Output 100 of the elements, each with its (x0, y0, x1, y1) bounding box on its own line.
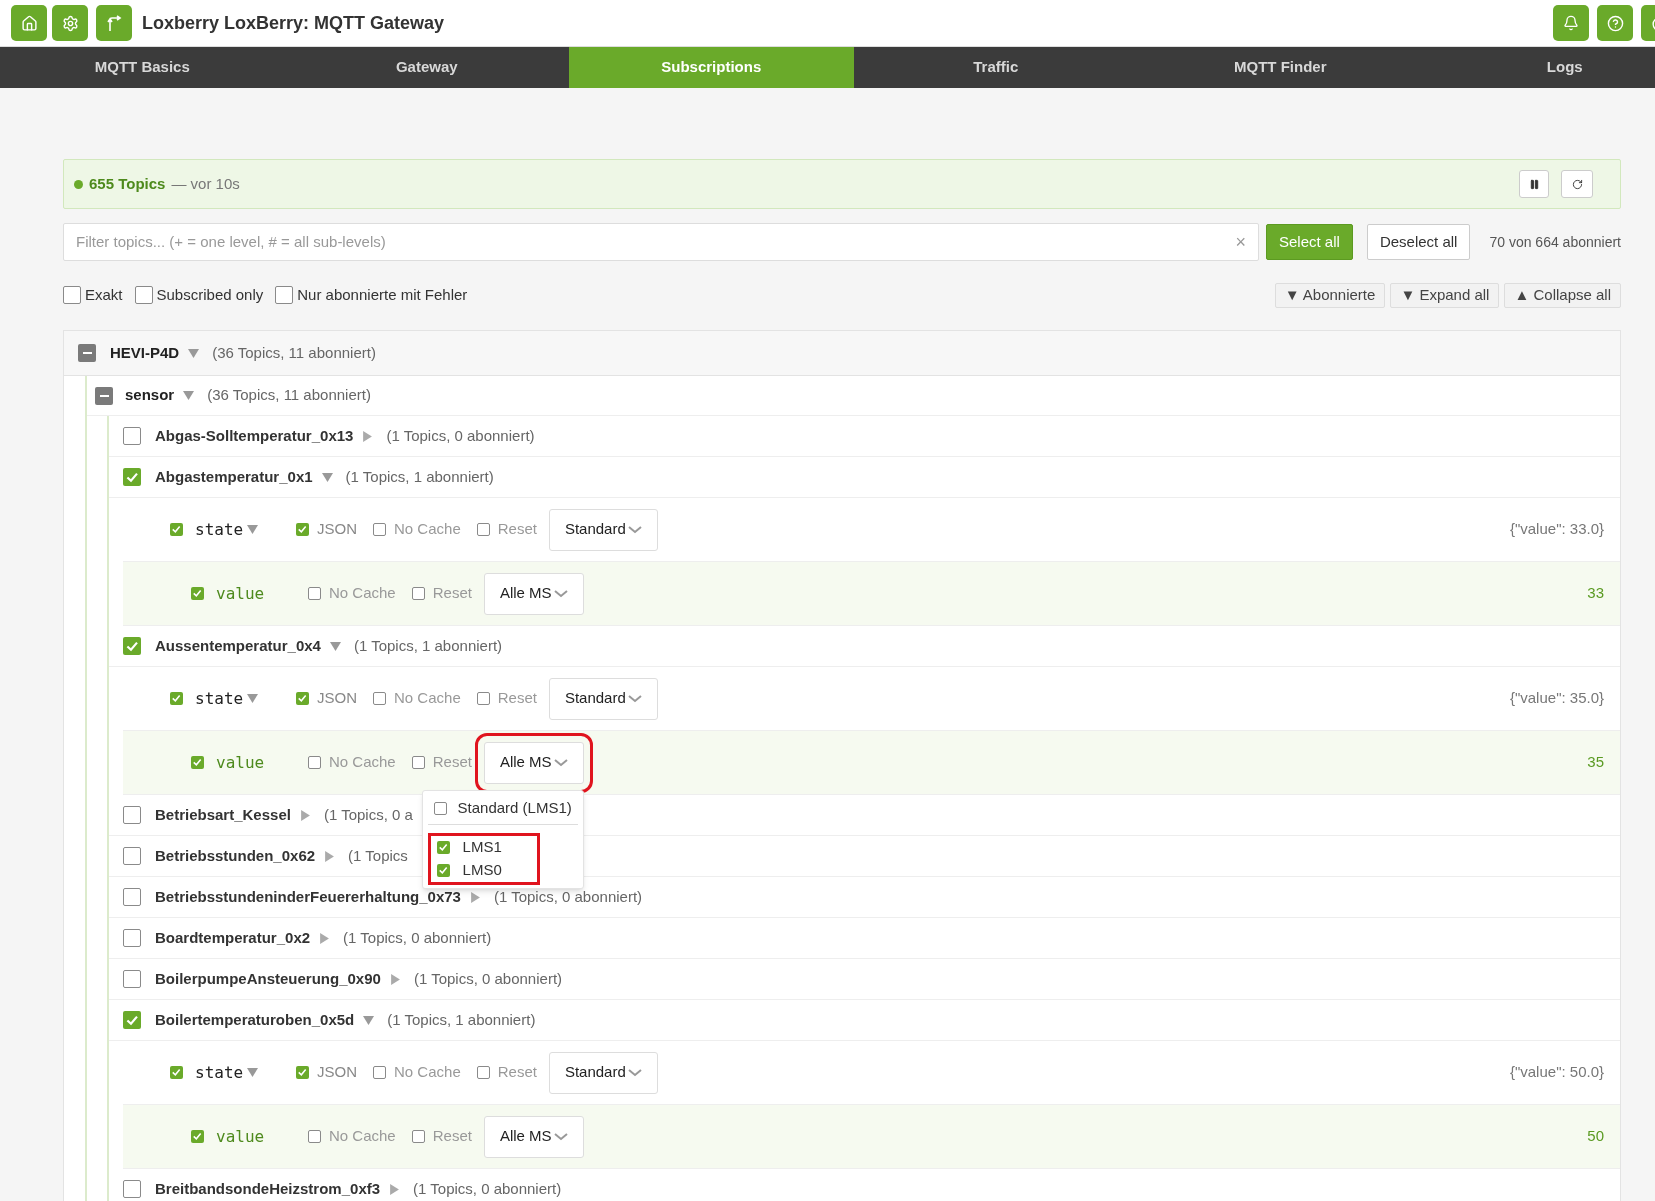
checkbox[interactable] (191, 756, 204, 769)
menu-item[interactable]: LMS0 (427, 858, 540, 885)
option-label[interactable]: Subscribed only (156, 283, 264, 307)
nav-tab[interactable]: MQTT Finder (1138, 47, 1423, 88)
nav-tab[interactable]: MQTT Basics (0, 47, 285, 88)
caret-down-icon[interactable] (329, 640, 341, 652)
refresh-button[interactable] (1561, 170, 1593, 198)
checkbox[interactable] (123, 468, 141, 486)
target-select[interactable]: Standard (548, 677, 658, 720)
checkbox[interactable] (123, 1180, 141, 1198)
checkbox[interactable] (78, 344, 96, 362)
caret-right-icon[interactable] (389, 973, 401, 985)
menu-item[interactable]: Standard (LMS1) (427, 798, 578, 825)
checkbox[interactable] (123, 847, 141, 865)
menu-item[interactable]: LMS1 (427, 832, 540, 859)
pause-button[interactable] (1519, 170, 1549, 198)
checkbox[interactable] (476, 1066, 490, 1079)
help-icon (1606, 14, 1624, 32)
topic-name[interactable]: Betriebsstunden_0x62 (155, 844, 316, 868)
checkbox[interactable] (123, 427, 141, 445)
option-label: JSON (317, 1062, 357, 1083)
checkbox[interactable] (433, 801, 447, 815)
checkbox[interactable] (373, 523, 386, 536)
topic-name[interactable]: BoilerpumpeAnsteuerung_0x90 (155, 967, 381, 991)
help-button[interactable] (1597, 5, 1633, 41)
nav-tab[interactable]: Traffic (853, 47, 1138, 88)
caret-right-icon[interactable] (319, 932, 331, 944)
option-label[interactable]: Nur abonnierte mit Fehler (297, 283, 468, 307)
checkbox[interactable] (373, 1066, 386, 1079)
caret-down-icon[interactable] (363, 1014, 375, 1026)
checkbox[interactable] (275, 286, 294, 304)
caret-right-icon[interactable] (299, 809, 311, 821)
checkbox[interactable] (191, 1130, 204, 1143)
target-select[interactable]: Alle MS (483, 572, 584, 615)
option-label: Reset (432, 1126, 472, 1147)
checkbox[interactable] (170, 1066, 183, 1079)
tree-action-button[interactable]: ▼ Expand all (1390, 282, 1500, 308)
checkbox[interactable] (308, 587, 321, 600)
settings-button[interactable] (52, 5, 88, 41)
checkbox[interactable] (436, 863, 450, 877)
topic-name[interactable]: BetriebsstundeninderFeuererhaltung_0x73 (155, 885, 461, 909)
nav-tab[interactable]: Logs (1422, 47, 1655, 88)
notifications-button[interactable] (1553, 5, 1589, 41)
checkbox[interactable] (123, 888, 141, 906)
checkbox[interactable] (134, 286, 153, 304)
topic-name[interactable]: Aussentemperatur_0x4 (155, 634, 321, 658)
checkbox[interactable] (476, 523, 490, 536)
checkbox[interactable] (170, 523, 183, 536)
checkbox[interactable] (411, 587, 425, 600)
checkbox[interactable] (308, 756, 321, 769)
group-name[interactable]: sensor (125, 384, 175, 407)
checkbox[interactable] (63, 286, 81, 304)
checkbox[interactable] (296, 692, 309, 705)
topic-name[interactable]: Boilertemperaturoben_0x5d (155, 1008, 355, 1032)
target-select[interactable]: Standard (548, 1051, 658, 1094)
checkbox[interactable] (123, 806, 141, 824)
route-button[interactable] (96, 5, 132, 41)
caret-right-icon[interactable] (469, 891, 481, 903)
caret-down-icon[interactable] (247, 1067, 259, 1078)
target-select[interactable]: Alle MS (483, 1115, 584, 1158)
checkbox[interactable] (411, 1130, 425, 1143)
checkbox[interactable] (296, 1066, 309, 1079)
topic-summary: (1 Topics, 0 abonniert) (413, 1178, 562, 1199)
caret-right-icon[interactable] (362, 430, 374, 442)
home-button[interactable] (11, 5, 47, 41)
option-label: Reset (497, 688, 537, 709)
target-select[interactable]: Standard (548, 508, 658, 551)
device-name[interactable]: HEVI-P4D (110, 341, 180, 365)
checkbox[interactable] (170, 692, 183, 705)
topic-summary: (1 Topics (348, 845, 408, 866)
checkbox[interactable] (373, 692, 386, 705)
topic-name[interactable]: Abgas-Solltemperatur_0x13 (155, 424, 354, 448)
checkbox[interactable] (436, 840, 450, 854)
caret-right-icon[interactable] (324, 850, 336, 862)
deselect-all-button[interactable]: Deselect all (1366, 224, 1471, 260)
checkbox[interactable] (308, 1130, 321, 1143)
caret-right-icon[interactable] (389, 1183, 401, 1195)
topic-name[interactable]: BreitbandsondeHeizstrom_0xf3 (155, 1177, 381, 1201)
checkbox[interactable] (411, 756, 425, 769)
checkbox[interactable] (123, 929, 141, 947)
checkbox[interactable] (95, 386, 113, 405)
checkbox[interactable] (476, 692, 490, 705)
caret-down-icon[interactable] (247, 524, 259, 535)
checkbox[interactable] (123, 970, 141, 988)
nav-tab[interactable]: Gateway (284, 47, 569, 88)
caret-down-icon[interactable] (183, 390, 195, 401)
topic-name[interactable]: Boardtemperatur_0x2 (155, 926, 311, 950)
topic-name[interactable]: Betriebsart_Kessel (155, 803, 291, 827)
tree-action-button[interactable]: ▲ Collapse all (1504, 282, 1621, 308)
checkbox[interactable] (123, 637, 141, 655)
caret-down-icon[interactable] (321, 471, 333, 483)
option-label[interactable]: Exakt (85, 283, 123, 307)
caret-down-icon[interactable] (188, 347, 200, 359)
checkbox[interactable] (123, 1011, 141, 1029)
checkbox[interactable] (296, 523, 309, 536)
caret-down-icon[interactable] (247, 693, 259, 704)
checkbox[interactable] (191, 587, 204, 600)
topic-name[interactable]: Abgastemperatur_0x1 (155, 465, 313, 489)
tree-action-button[interactable]: ▼ Abonnierte (1274, 282, 1386, 308)
topic-summary: (1 Topics, 0 abonniert) (493, 886, 643, 907)
